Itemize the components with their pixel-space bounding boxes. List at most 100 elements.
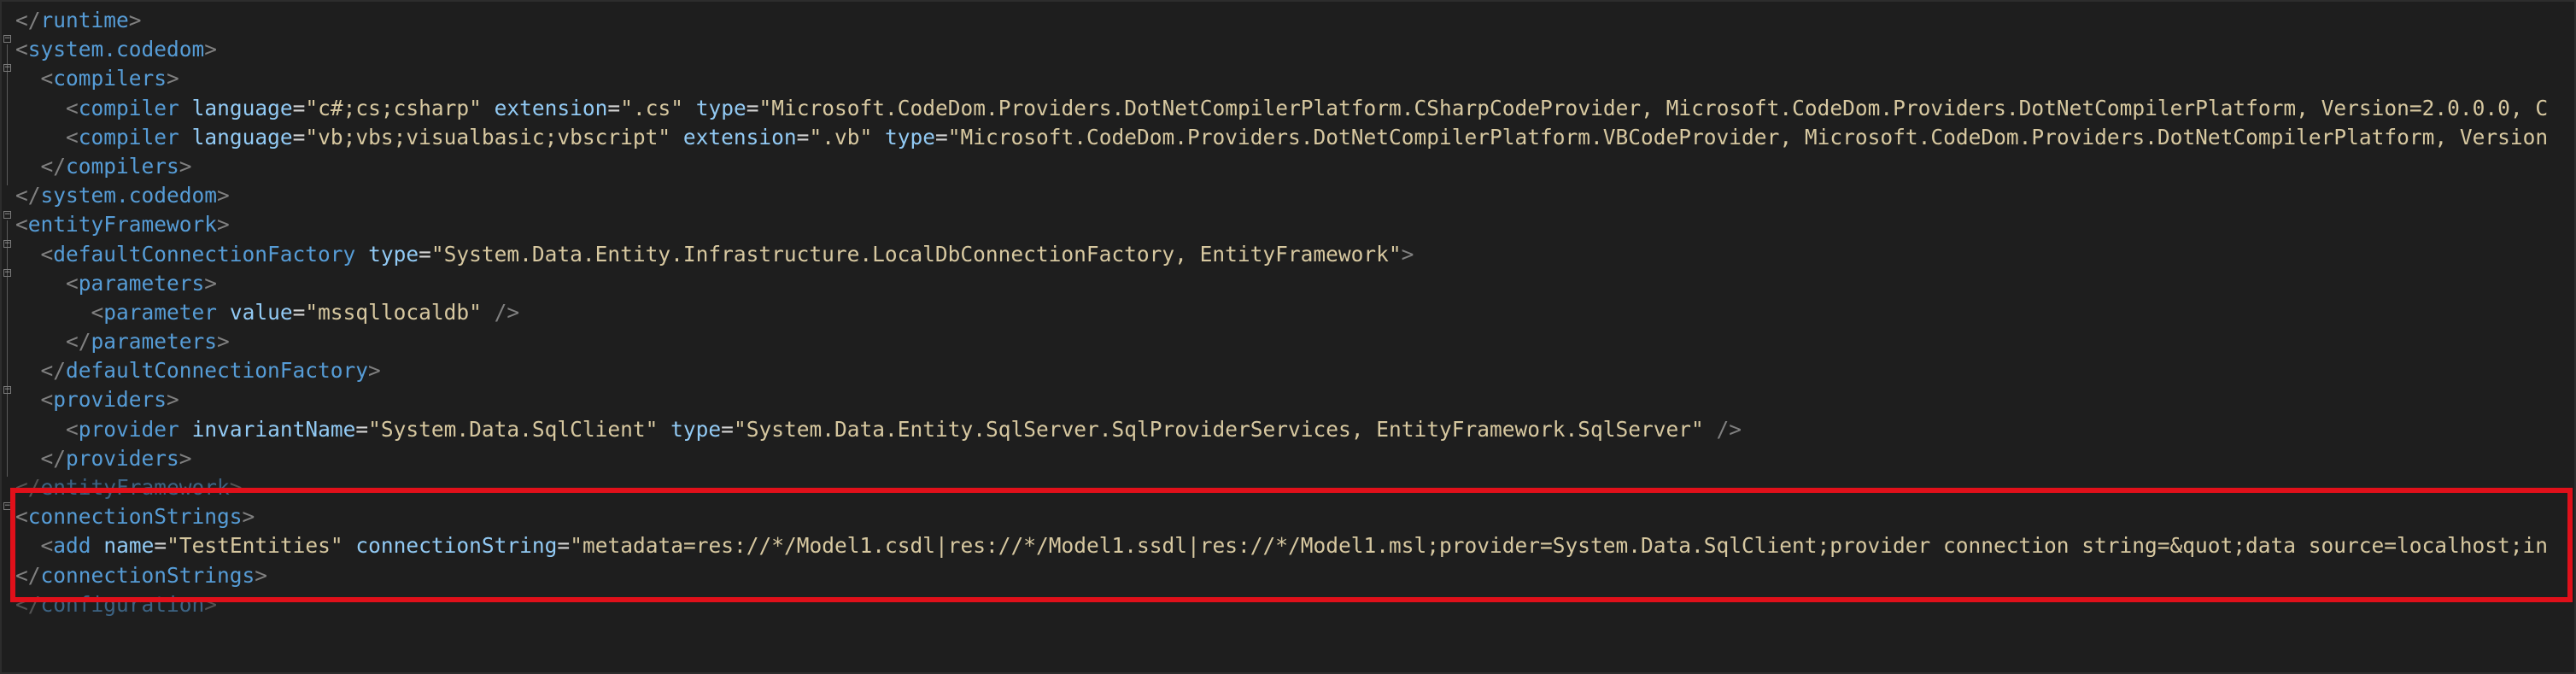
tag-name: connectionStrings — [27, 504, 243, 530]
equals: = — [154, 533, 167, 559]
attribute-name: language — [191, 95, 293, 120]
code-line: <providers> — [15, 385, 2548, 414]
bracket: > — [167, 387, 179, 413]
code-line: </runtime> — [15, 6, 2548, 35]
attribute-value: .vb — [822, 124, 860, 149]
code-line: <compiler language="vb;vbs;visualbasic;v… — [15, 123, 2548, 152]
equals: = — [292, 299, 306, 325]
tag-name: configuration — [40, 591, 205, 617]
tag-name: system.codedom — [40, 183, 218, 208]
quote: " — [733, 416, 746, 442]
bracket: /> — [481, 299, 520, 325]
bracket: < — [15, 504, 28, 530]
tag-name: compiler — [78, 95, 179, 120]
tag-name: parameters — [78, 270, 205, 296]
bracket: </ — [15, 475, 41, 500]
code-line: </connectionStrings> — [15, 561, 2548, 590]
attribute-value: Microsoft.CodeDom.Providers.DotNetCompil… — [960, 124, 2549, 149]
quote: " — [330, 533, 343, 559]
attribute-name: type — [368, 241, 419, 267]
tag-name: entityFramework — [27, 212, 218, 237]
collapse-box-icon[interactable]: − — [3, 211, 11, 219]
bracket: > — [242, 504, 255, 530]
attribute-value: System.Data.Entity.SqlServer.SqlProvider… — [746, 416, 1691, 442]
equals: = — [557, 533, 571, 559]
bracket: < — [91, 299, 104, 325]
tag-name: compiler — [78, 124, 179, 149]
code-line: <system.codedom> — [15, 35, 2548, 64]
code-line: </entityFramework> — [15, 473, 2548, 502]
tag-name: provider — [78, 416, 179, 442]
tag-name: compilers — [53, 66, 167, 91]
tag-name: providers — [53, 387, 167, 413]
quote: " — [570, 533, 583, 559]
quote: " — [469, 95, 482, 120]
quote: " — [167, 533, 179, 559]
attribute-name: type — [695, 95, 746, 120]
code-line: </compilers> — [15, 152, 2548, 181]
code-line: <compilers> — [15, 64, 2548, 93]
code-text[interactable]: </runtime> <system.codedom> <compilers> <… — [15, 6, 2548, 619]
bracket: > — [204, 591, 218, 617]
collapse-box-icon[interactable]: − — [3, 269, 11, 277]
collapse-box-icon[interactable]: − — [3, 64, 11, 72]
attribute-name: extension — [494, 95, 608, 120]
attribute-value: Microsoft.CodeDom.Providers.DotNetCompil… — [771, 95, 2549, 120]
attribute-name: invariantName — [191, 416, 356, 442]
bracket: </ — [66, 329, 91, 355]
tag-name: providers — [66, 445, 179, 471]
code-line: <defaultConnectionFactory type="System.D… — [15, 240, 2548, 269]
attribute-value: mssqllocaldb — [318, 299, 470, 325]
bracket: > — [255, 562, 268, 588]
bracket: < — [15, 37, 28, 62]
tag-name: system.codedom — [27, 37, 205, 62]
tag-name: add — [53, 533, 91, 559]
quote: " — [859, 124, 873, 149]
bracket: > — [204, 37, 218, 62]
code-line: <parameters> — [15, 269, 2548, 298]
quote: " — [1690, 416, 1704, 442]
tag-name: defaultConnectionFactory — [53, 241, 356, 267]
equals: = — [746, 95, 759, 120]
bracket: > — [217, 329, 230, 355]
collapse-box-icon[interactable]: − — [3, 502, 11, 510]
attribute-name: name — [103, 533, 155, 559]
bracket: < — [40, 241, 54, 267]
bracket: </ — [40, 445, 67, 471]
bracket: > — [179, 445, 192, 471]
equals: = — [796, 124, 810, 149]
bracket: > — [204, 270, 218, 296]
bracket: < — [66, 95, 79, 120]
code-line: <compiler language="c#;cs;csharp" extens… — [15, 94, 2548, 123]
bracket: < — [40, 533, 54, 559]
attribute-value: metadata=res://*/Model1.csdl|res://*/Mod… — [582, 533, 2548, 559]
quote: " — [758, 95, 772, 120]
equals: = — [292, 124, 306, 149]
tag-name: parameter — [103, 299, 218, 325]
code-line: </system.codedom> — [15, 181, 2548, 210]
bracket: < — [66, 270, 79, 296]
quote: " — [645, 416, 659, 442]
bracket: < — [66, 124, 79, 149]
tag-name: compilers — [66, 153, 179, 179]
quote: " — [305, 124, 319, 149]
quote: " — [809, 124, 823, 149]
bracket: </ — [15, 8, 41, 32]
collapse-box-icon[interactable]: − — [3, 240, 11, 248]
code-line: </configuration> — [15, 590, 2548, 619]
collapse-box-icon[interactable]: − — [3, 35, 11, 43]
xml-code-editor[interactable]: − − − − − − − </runtime> <system.codedom>… — [0, 0, 2576, 674]
quote: " — [430, 241, 444, 267]
quote: " — [469, 299, 482, 325]
bracket: < — [66, 416, 79, 442]
collapse-box-icon[interactable]: − — [3, 386, 11, 394]
code-line: <parameter value="mssqllocaldb" /> — [15, 298, 2548, 327]
